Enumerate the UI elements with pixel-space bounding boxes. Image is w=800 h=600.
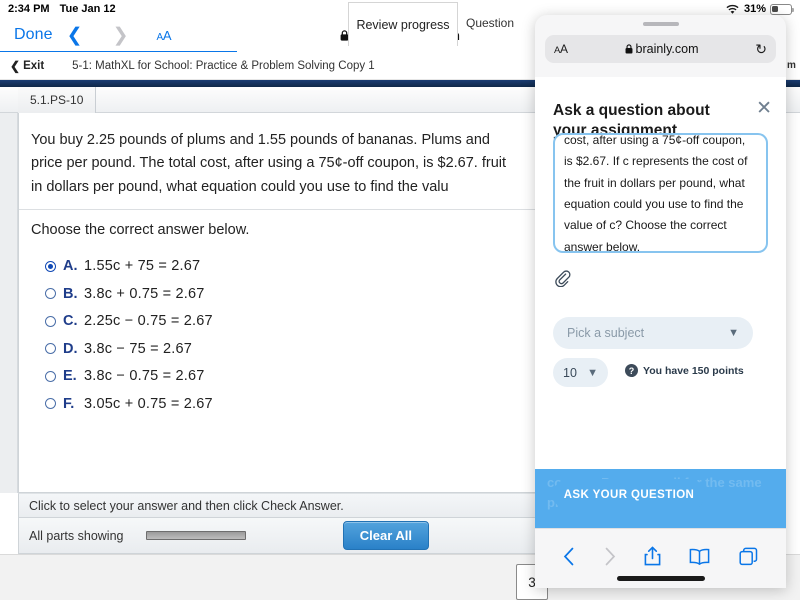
- points-select[interactable]: 10 ▼: [553, 358, 608, 387]
- answer-choice-a[interactable]: A. 1.55c + 75 = 2.67: [45, 252, 537, 280]
- forward-icon[interactable]: [604, 547, 616, 571]
- question-mark-icon[interactable]: ?: [625, 364, 638, 377]
- home-indicator: [616, 576, 705, 581]
- clipped-edge-text: m: [787, 60, 796, 71]
- choose-prompt: Choose the correct answer below.: [31, 222, 250, 239]
- answer-choice-d[interactable]: D. 3.8c − 75 = 2.67: [45, 335, 537, 363]
- hint-bar: Click to select your answer and then cli…: [18, 493, 538, 518]
- clear-all-button[interactable]: Clear All: [342, 521, 429, 550]
- choice-equation: 3.8c + 0.75 = 2.67: [84, 285, 205, 302]
- choice-letter: B.: [63, 285, 78, 302]
- choice-equation: 3.8c − 75 = 2.67: [84, 340, 193, 357]
- chevron-left-icon: ❮: [10, 58, 21, 73]
- answer-choice-b[interactable]: B. 3.8c + 0.75 = 2.67: [45, 280, 537, 308]
- book-icon[interactable]: [689, 548, 710, 570]
- choice-equation: 2.25c − 0.75 = 2.67: [84, 313, 213, 330]
- chevron-down-icon: ▼: [728, 327, 739, 339]
- drag-handle[interactable]: [642, 22, 679, 26]
- choice-letter: A.: [63, 258, 78, 275]
- ask-question-modal: Ask a question about your assignment ✕ c…: [535, 77, 786, 469]
- answer-choice-e[interactable]: E. 3.8c − 0.75 = 2.67: [45, 362, 537, 390]
- radio-button-a[interactable]: [45, 260, 56, 272]
- close-icon[interactable]: ✕: [756, 97, 772, 120]
- battery-icon: [770, 3, 794, 15]
- status-date: Tue Jan 12: [59, 3, 116, 15]
- subject-select-value: Pick a subject: [567, 326, 645, 340]
- subject-select[interactable]: Pick a subject ▼: [553, 317, 753, 349]
- tabs-icon[interactable]: [739, 547, 758, 571]
- radio-button-c[interactable]: [45, 315, 56, 327]
- exercise-tools-bar: All parts showing Clear All: [18, 518, 538, 554]
- question-textarea[interactable]: cost, after using a 75¢-off coupon, is $…: [553, 133, 768, 253]
- battery-percent: 31%: [743, 3, 766, 15]
- pip-text-size-button[interactable]: AA: [554, 42, 568, 56]
- choice-letter: D.: [63, 340, 78, 357]
- assignment-title: 5-1: MathXL for School: Practice & Probl…: [72, 59, 375, 72]
- choice-letter: F.: [63, 395, 75, 412]
- answer-choice-f[interactable]: F. 3.05c + 0.75 = 2.67: [45, 390, 537, 418]
- lock-icon: [625, 44, 632, 54]
- safari-nav-group: ❮ ❯: [67, 26, 129, 45]
- share-icon[interactable]: [644, 546, 661, 571]
- radio-button-d[interactable]: [45, 343, 56, 355]
- question-textarea-value: cost, after using a 75¢-off coupon, is $…: [564, 133, 748, 253]
- parts-showing-label: All parts showing: [29, 528, 124, 543]
- answer-choice-c[interactable]: C. 2.25c − 0.75 = 2.67: [45, 307, 537, 335]
- screen-root: 2:34 PM Tue Jan 12 31% Done ❮ ❯ AA savva…: [0, 0, 800, 600]
- ask-your-question-button[interactable]: ASK YOUR QUESTION: [553, 479, 705, 510]
- back-icon[interactable]: ❮: [67, 26, 83, 45]
- forward-icon[interactable]: ❯: [113, 26, 129, 45]
- choice-equation: 3.05c + 0.75 = 2.67: [84, 395, 213, 412]
- radio-button-b[interactable]: [45, 288, 56, 300]
- question-text: You buy 2.25 pounds of plums and 1.55 po…: [19, 113, 537, 211]
- done-button[interactable]: Done: [14, 26, 53, 44]
- question-label: Question: [466, 16, 515, 30]
- choice-letter: E.: [63, 368, 77, 385]
- choice-equation: 3.8c − 0.75 = 2.67: [84, 368, 205, 385]
- chevron-down-icon: ▼: [587, 366, 598, 379]
- reload-icon[interactable]: ↻: [755, 41, 767, 58]
- exercise-left-gutter: [0, 113, 18, 493]
- pip-address-bar[interactable]: AA brainly.com ↻: [545, 35, 776, 63]
- review-progress-tab[interactable]: Review progress: [348, 2, 458, 46]
- brainly-pip-window[interactable]: AA brainly.com ↻ coupon. Bananas sell fo…: [535, 15, 786, 588]
- choice-equation: 1.55c + 75 = 2.67: [84, 258, 201, 275]
- radio-button-e[interactable]: [45, 370, 56, 382]
- brainly-page: coupon. Bananas sell for the same price …: [535, 77, 786, 528]
- exit-label: Exit: [23, 59, 45, 72]
- exercise-tab-id[interactable]: 5.1.PS-10: [18, 87, 97, 113]
- answer-choices-list: A. 1.55c + 75 = 2.67 B. 3.8c + 0.75 = 2.…: [19, 242, 537, 417]
- exit-button[interactable]: ❮ Exit: [10, 59, 44, 73]
- exercise-body: You buy 2.25 pounds of plums and 1.55 po…: [18, 113, 538, 493]
- parts-slider[interactable]: [145, 531, 246, 540]
- points-balance-text: You have 150 points: [643, 364, 744, 377]
- paperclip-icon[interactable]: [554, 270, 571, 292]
- choice-letter: C.: [63, 313, 78, 330]
- status-indicators: 31%: [725, 3, 794, 15]
- wifi-icon: [726, 4, 739, 14]
- radio-button-f[interactable]: [45, 398, 56, 410]
- text-size-button[interactable]: AA: [157, 28, 172, 43]
- back-icon[interactable]: [563, 547, 575, 571]
- points-select-value: 10: [563, 365, 577, 380]
- status-time: 2:34 PM: [8, 3, 50, 15]
- pip-url-group: brainly.com: [568, 42, 756, 56]
- points-balance-info: ? You have 150 points: [625, 364, 744, 377]
- pip-url-text: brainly.com: [635, 42, 699, 56]
